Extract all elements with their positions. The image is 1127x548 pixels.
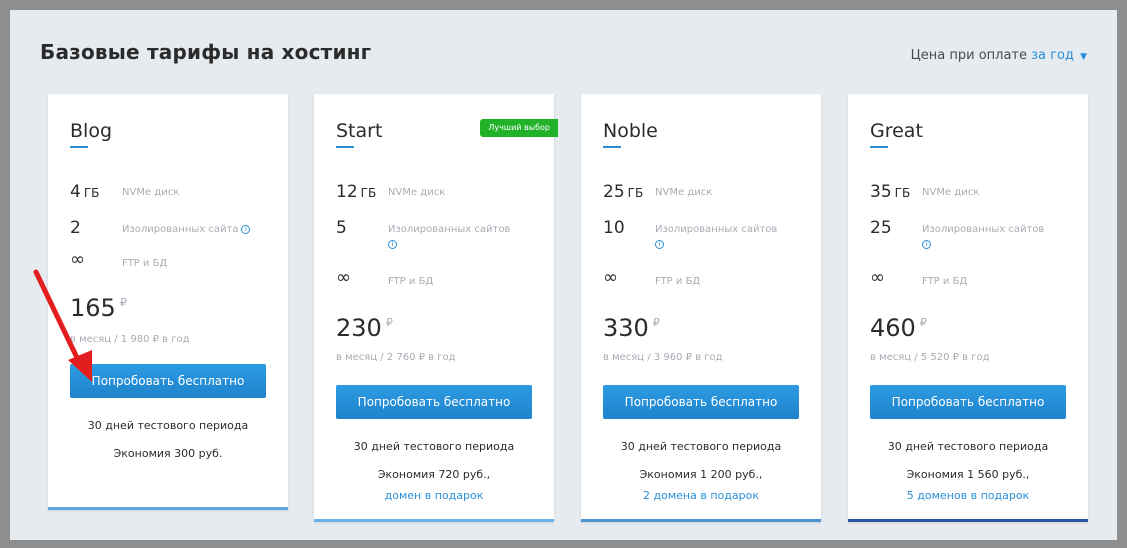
ftp-label: FTP и БД: [388, 276, 434, 287]
gift-link[interactable]: 5 доменов в подарок: [848, 489, 1088, 502]
plan-underline: [603, 146, 621, 148]
plan-underline: [870, 146, 888, 148]
trial-note: 30 дней тестового периода: [353, 440, 515, 453]
info-icon[interactable]: i: [241, 224, 251, 234]
price-sub: в месяц / 5 520 ₽ в год: [870, 352, 990, 363]
disk-value: 25: [603, 182, 625, 202]
disk-value: 35: [870, 182, 892, 202]
savings-note: Экономия 1 560 руб.,: [906, 468, 1030, 481]
trial-note: 30 дней тестового периода: [620, 440, 782, 453]
trial-note: 30 дней тестового периода: [87, 419, 249, 432]
price-value: 460: [870, 314, 916, 342]
tariffs-panel: Базовые тарифы на хостинг Цена при оплат…: [10, 10, 1117, 540]
price-period-prefix: Цена при оплате: [910, 48, 1027, 63]
currency-sign: ₽: [919, 316, 927, 329]
sites-value: 25: [870, 218, 892, 238]
ftp-label: FTP и БД: [122, 258, 168, 269]
ftp-label: FTP и БД: [655, 276, 701, 287]
info-icon[interactable]: i: [922, 239, 931, 249]
plan-card-noble: Noble 25 ГБ NVMe диск 10 Изолированных са…: [581, 94, 821, 522]
disk-value: 12: [336, 182, 358, 202]
sites-label: Изолированных сайтов: [655, 224, 778, 235]
price: 460 ₽: [870, 314, 927, 342]
price-value: 330: [603, 314, 649, 342]
plan-card-great: Great 35 ГБ NVMe диск 25 Изолированных са…: [848, 94, 1088, 522]
disk-unit: ГБ: [894, 186, 911, 200]
price-sub: в месяц / 3 960 ₽ в год: [603, 352, 723, 363]
try-free-button[interactable]: Попробовать бесплатно: [870, 385, 1066, 419]
chevron-down-icon[interactable]: ▼: [1080, 52, 1087, 62]
infinity-icon: ∞: [336, 267, 351, 288]
price-period-link[interactable]: за год: [1031, 48, 1074, 63]
sites-label: Изолированных сайтов: [922, 224, 1045, 235]
red-arrow-icon: [33, 269, 92, 382]
price-value: 230: [336, 314, 382, 342]
gift-link[interactable]: домен в подарок: [314, 489, 554, 502]
plan-name: Start: [336, 120, 383, 142]
disk-unit: ГБ: [627, 186, 644, 200]
disk-unit: ГБ: [360, 186, 377, 200]
sites-label: Изолированных сайта: [122, 224, 239, 235]
savings-note: Экономия 1 200 руб.,: [639, 468, 763, 481]
disk-value: 4: [70, 182, 81, 202]
price-period-selector[interactable]: Цена при оплате за год ▼: [911, 48, 1087, 63]
trial-note: 30 дней тестового периода: [887, 440, 1049, 453]
savings-note: Экономия 300 руб.: [113, 447, 223, 460]
sites-value: 10: [603, 218, 625, 238]
try-free-button[interactable]: Попробовать бесплатно: [603, 385, 799, 419]
sites-label: Изолированных сайтов: [388, 224, 511, 235]
plan-underline: [336, 146, 354, 148]
page-title: Базовые тарифы на хостинг: [40, 40, 372, 64]
price-sub: в месяц / 2 760 ₽ в год: [336, 352, 456, 363]
info-icon[interactable]: i: [388, 239, 397, 249]
currency-sign: ₽: [652, 316, 660, 329]
infinity-icon: ∞: [603, 267, 618, 288]
currency-sign: ₽: [385, 316, 393, 329]
savings-note: Экономия 720 руб.,: [377, 468, 491, 481]
infinity-icon: ∞: [70, 249, 85, 270]
price: 230 ₽: [336, 314, 393, 342]
ftp-label: FTP и БД: [922, 276, 968, 287]
plan-name: Blog: [70, 120, 112, 142]
plan-name: Noble: [603, 120, 658, 142]
gift-link[interactable]: 2 домена в подарок: [581, 489, 821, 502]
disk-unit: ГБ: [83, 186, 100, 200]
infinity-icon: ∞: [870, 267, 885, 288]
disk-label: NVMe диск: [922, 187, 980, 198]
plan-card-start: Start Лучший выбор 12 ГБ NVMe диск 5 Изол…: [314, 94, 558, 522]
best-choice-badge: Лучший выбор: [480, 119, 558, 137]
disk-label: NVMe диск: [388, 187, 446, 198]
price: 330 ₽: [603, 314, 660, 342]
try-free-button[interactable]: Попробовать бесплатно: [336, 385, 532, 419]
sites-value: 5: [336, 218, 347, 238]
plan-name: Great: [870, 120, 923, 142]
disk-label: NVMe диск: [655, 187, 713, 198]
info-icon[interactable]: i: [655, 239, 664, 249]
currency-sign: ₽: [119, 296, 127, 309]
disk-label: NVMe диск: [122, 187, 180, 198]
plan-underline: [70, 146, 88, 148]
sites-value: 2: [70, 218, 81, 238]
